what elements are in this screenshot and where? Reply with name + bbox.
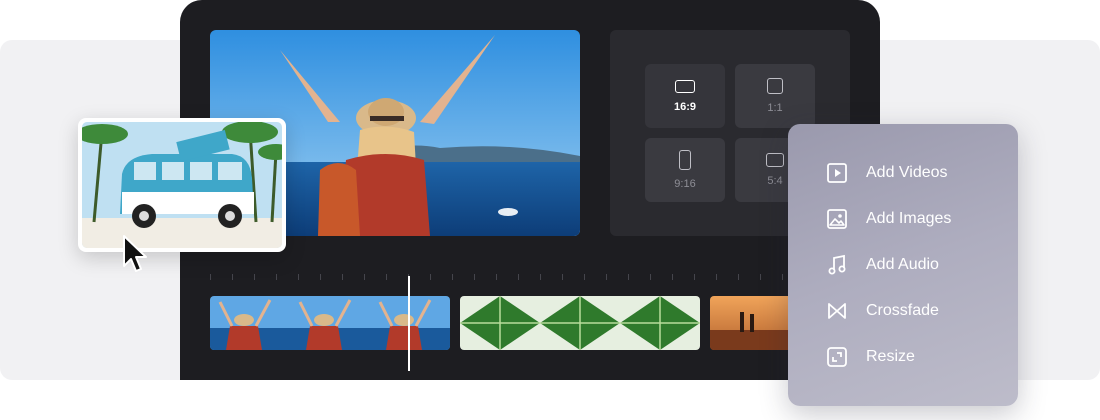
landscape-rectangle-icon — [675, 79, 695, 93]
portrait-rectangle-icon — [679, 150, 691, 170]
ruler-tick — [562, 274, 563, 280]
dragged-media-thumbnail[interactable] — [78, 118, 286, 252]
clip-thumbnail — [460, 296, 700, 350]
ratio-1-1-button[interactable]: 1:1 — [735, 64, 815, 128]
ruler-tick — [342, 274, 343, 280]
menu-item-label: Add Videos — [866, 164, 948, 181]
ruler-tick — [320, 274, 321, 280]
ruler-tick — [386, 274, 387, 280]
ruler-tick — [782, 274, 783, 280]
add-media-menu: Add Videos Add Images Add Audio Crossfad… — [788, 124, 1018, 406]
ratio-label: 9:16 — [674, 178, 696, 190]
menu-item-label: Crossfade — [866, 302, 939, 319]
ruler-tick — [540, 274, 541, 280]
ruler-tick — [584, 274, 585, 280]
ratio-16-9-button[interactable]: 16:9 — [645, 64, 725, 128]
ruler-tick — [298, 274, 299, 280]
van-image — [82, 122, 282, 248]
image-icon — [827, 209, 847, 229]
music-note-icon — [828, 254, 846, 275]
ruler-tick — [276, 274, 277, 280]
ruler-tick — [496, 274, 497, 280]
ratio-label: 16:9 — [673, 100, 697, 113]
ruler-tick — [254, 274, 255, 280]
ruler-tick — [474, 274, 475, 280]
ruler-tick — [738, 274, 739, 280]
square-icon — [767, 78, 783, 94]
rectangle-icon — [766, 153, 784, 167]
menu-item-label: Add Audio — [866, 256, 939, 273]
ruler-tick — [716, 274, 717, 280]
play-icon — [827, 163, 847, 183]
ruler-tick — [452, 274, 453, 280]
clip-thumbnail — [210, 296, 450, 350]
menu-item-add-audio[interactable]: Add Audio — [826, 252, 939, 278]
timeline-ruler[interactable] — [210, 272, 850, 282]
ruler-tick — [430, 274, 431, 280]
ruler-tick — [518, 274, 519, 280]
ruler-tick — [210, 274, 211, 280]
resize-icon — [827, 347, 847, 367]
ruler-tick — [232, 274, 233, 280]
ruler-tick — [606, 274, 607, 280]
timeline-clip-palm[interactable] — [460, 296, 700, 350]
ruler-tick — [364, 274, 365, 280]
menu-item-label: Resize — [866, 348, 915, 365]
menu-item-resize[interactable]: Resize — [826, 344, 915, 370]
menu-item-crossfade[interactable]: Crossfade — [826, 298, 939, 324]
crossfade-icon — [828, 303, 846, 319]
timeline-clip-beach[interactable] — [210, 296, 450, 350]
ruler-tick — [628, 274, 629, 280]
mouse-cursor-icon — [123, 235, 147, 272]
menu-item-add-images[interactable]: Add Images — [826, 206, 951, 232]
menu-item-label: Add Images — [866, 210, 952, 227]
timeline-playhead[interactable] — [408, 276, 410, 371]
menu-item-add-videos[interactable]: Add Videos — [826, 160, 948, 186]
ratio-9-16-button[interactable]: 9:16 — [645, 138, 725, 202]
ruler-tick — [694, 274, 695, 280]
ruler-tick — [760, 274, 761, 280]
ratio-label: 1:1 — [767, 102, 783, 114]
ratio-label: 5:4 — [767, 175, 783, 187]
ruler-tick — [650, 274, 651, 280]
ruler-tick — [672, 274, 673, 280]
